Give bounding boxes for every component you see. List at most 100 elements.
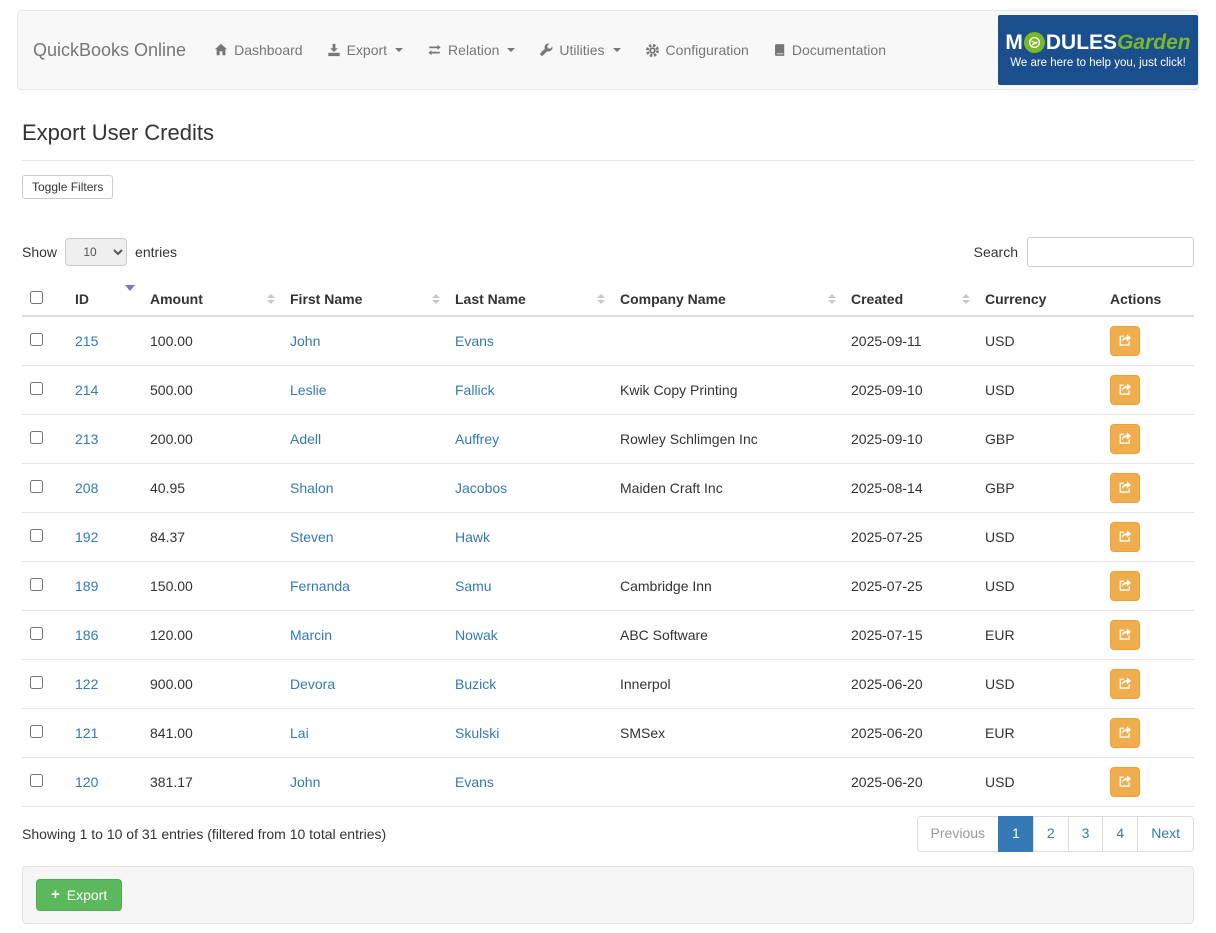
row-checkbox[interactable] [30,627,43,640]
row-export-button[interactable] [1110,571,1140,601]
nav-item-dashboard[interactable]: Dashboard [214,42,303,58]
row-id-link[interactable]: 213 [75,431,98,447]
row-export-button[interactable] [1110,522,1140,552]
row-last-name-link[interactable]: Auffrey [455,431,499,447]
table-search: Search [974,237,1194,267]
row-first-name-link[interactable]: Leslie [290,382,327,398]
search-input[interactable] [1027,237,1194,267]
row-checkbox[interactable] [30,529,43,542]
pagination-page-4[interactable]: 4 [1102,816,1139,852]
row-currency: EUR [977,610,1102,660]
modulesgarden-banner[interactable]: M DULES Garden We are here to help you, … [998,15,1198,85]
header-first-name[interactable]: First Name [282,283,447,317]
row-amount: 84.37 [142,512,282,562]
row-id-link[interactable]: 189 [75,578,98,594]
row-checkbox[interactable] [30,333,43,346]
row-currency: USD [977,757,1102,807]
export-button[interactable]: + Export [36,878,123,911]
table-row: 122 900.00 Devora Buzick Innerpol 2025-0… [22,659,1194,709]
row-last-name-link[interactable]: Buzick [455,676,496,692]
row-first-name-link[interactable]: Lai [290,725,309,741]
row-checkbox[interactable] [30,725,43,738]
table-row: 208 40.95 Shalon Jacobos Maiden Craft In… [22,463,1194,513]
pagination-next[interactable]: Next [1137,816,1194,852]
row-id-link[interactable]: 121 [75,725,98,741]
pagination-page-2[interactable]: 2 [1032,816,1069,852]
header-created[interactable]: Created [843,283,977,317]
row-export-button[interactable] [1110,767,1140,797]
row-checkbox[interactable] [30,676,43,689]
row-last-name-link[interactable]: Fallick [455,382,495,398]
row-last-name-link[interactable]: Nowak [455,627,498,643]
row-export-button[interactable] [1110,375,1140,405]
globe-icon [1023,31,1045,53]
row-export-button[interactable] [1110,620,1140,650]
toggle-filters-button[interactable]: Toggle Filters [22,175,114,199]
row-id-link[interactable]: 122 [75,676,98,692]
row-checkbox[interactable] [30,431,43,444]
sort-icon [597,294,605,304]
row-amount: 500.00 [142,365,282,415]
row-last-name-link[interactable]: Samu [455,578,492,594]
row-export-button[interactable] [1110,326,1140,356]
header-select-all[interactable] [22,283,67,317]
row-first-name-link[interactable]: John [290,333,320,349]
row-currency: USD [977,512,1102,562]
table-row: 121 841.00 Lai Skulski SMSex 2025-06-20 … [22,708,1194,758]
table-row: 189 150.00 Fernanda Samu Cambridge Inn 2… [22,561,1194,611]
share-square-icon [1118,774,1132,791]
header-id[interactable]: ID [67,283,142,317]
row-id-link[interactable]: 214 [75,382,98,398]
row-first-name-link[interactable]: Shalon [290,480,334,496]
row-first-name-link[interactable]: Marcin [290,627,332,643]
nav-menu: Dashboard Export Relation Utilities Conf… [214,42,910,58]
row-export-button[interactable] [1110,424,1140,454]
row-first-name-link[interactable]: Adell [290,431,321,447]
nav-item-configuration[interactable]: Configuration [645,42,749,58]
row-first-name-link[interactable]: Steven [290,529,334,545]
row-export-button[interactable] [1110,473,1140,503]
nav-item-documentation[interactable]: Documentation [773,42,886,58]
row-last-name-link[interactable]: Evans [455,774,494,790]
row-id-link[interactable]: 208 [75,480,98,496]
header-amount[interactable]: Amount [142,283,282,317]
row-first-name-link[interactable]: Fernanda [290,578,350,594]
row-first-name-link[interactable]: John [290,774,320,790]
nav-item-utilities[interactable]: Utilities [539,42,621,58]
row-first-name-link[interactable]: Devora [290,676,335,692]
nav-item-export[interactable]: Export [327,42,404,58]
header-last-name[interactable]: Last Name [447,283,612,317]
header-currency[interactable]: Currency [977,283,1102,317]
entries-summary: Showing 1 to 10 of 31 entries (filtered … [22,825,387,842]
row-last-name-link[interactable]: Evans [455,333,494,349]
row-checkbox[interactable] [30,382,43,395]
table-footer: Showing 1 to 10 of 31 entries (filtered … [22,816,1194,852]
logo-text-dules: DULES [1045,30,1118,54]
share-square-icon [1118,480,1132,497]
row-export-button[interactable] [1110,669,1140,699]
pagination-page-1[interactable]: 1 [998,816,1034,852]
row-checkbox[interactable] [30,578,43,591]
row-id-link[interactable]: 120 [75,774,98,790]
row-last-name-link[interactable]: Jacobos [455,480,507,496]
row-checkbox[interactable] [30,480,43,493]
pagination-previous[interactable]: Previous [916,816,1000,852]
nav-item-relation[interactable]: Relation [427,42,516,58]
pagination-page-3[interactable]: 3 [1067,816,1104,852]
row-amount: 120.00 [142,610,282,660]
row-last-name-link[interactable]: Skulski [455,725,499,741]
page-length-control: Show 10 entries [22,238,177,266]
row-created: 2025-09-10 [843,414,977,464]
header-company-name[interactable]: Company Name [612,283,843,317]
row-id-link[interactable]: 186 [75,627,98,643]
row-id-link[interactable]: 215 [75,333,98,349]
table-row: 186 120.00 Marcin Nowak ABC Software 202… [22,610,1194,660]
row-id-link[interactable]: 192 [75,529,98,545]
row-last-name-link[interactable]: Hawk [455,529,490,545]
row-export-button[interactable] [1110,718,1140,748]
select-all-checkbox[interactable] [30,291,43,304]
app-brand[interactable]: QuickBooks Online [33,40,186,61]
share-square-icon [1118,333,1132,350]
row-checkbox[interactable] [30,774,43,787]
page-size-select[interactable]: 10 [65,238,128,266]
